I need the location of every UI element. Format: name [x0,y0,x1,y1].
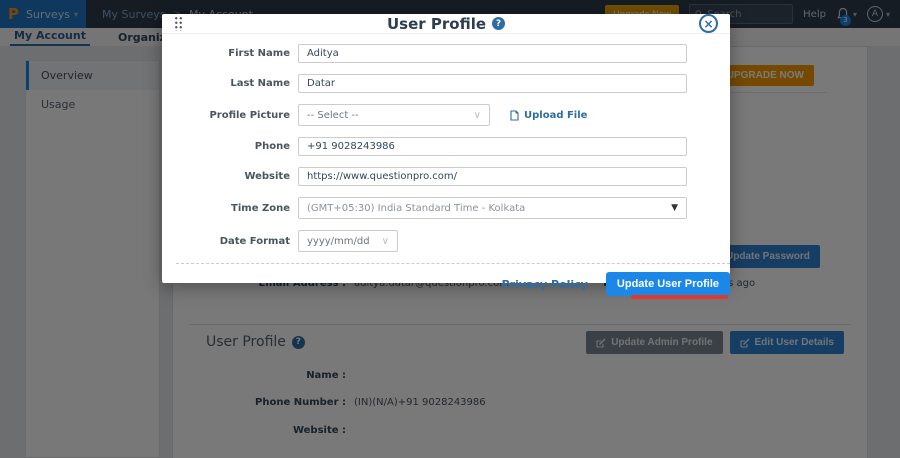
chevron-down-icon: ∨ [474,110,481,121]
file-icon [510,110,519,121]
phone-input[interactable] [298,137,687,156]
first-name-input[interactable] [298,44,687,63]
modal-header: User Profile ? × [162,14,730,34]
profile-picture-label: Profile Picture [162,110,290,121]
modal-body: First Name Last Name Profile Picture -- … [162,34,730,263]
update-user-profile-button[interactable]: Update User Profile [606,272,730,296]
date-format-select-value: yyyy/mm/dd [307,236,370,247]
modal-title-text: User Profile [387,15,486,33]
upload-file-link[interactable]: Upload File [510,110,587,121]
date-format-label: Date Format [162,236,290,247]
caret-down-icon: ▼ [671,203,678,213]
website-input[interactable] [298,167,687,186]
time-zone-select-value: (GMT+05:30) India Standard Time - Kolkat… [307,203,525,214]
date-format-row: Date Format yyyy/mm/dd ∨ [162,230,716,252]
time-zone-select[interactable]: (GMT+05:30) India Standard Time - Kolkat… [298,197,687,219]
close-icon[interactable]: × [699,14,718,33]
date-format-select[interactable]: yyyy/mm/dd ∨ [298,230,398,252]
last-name-label: Last Name [162,78,290,89]
first-name-label: First Name [162,48,290,59]
profile-picture-select-value: -- Select -- [307,110,359,121]
last-name-input[interactable] [298,74,687,93]
last-name-row: Last Name [162,74,716,93]
help-icon[interactable]: ? [492,17,505,30]
first-name-row: First Name [162,44,716,63]
user-profile-modal: User Profile ? × First Name Last Name Pr… [162,14,730,283]
modal-footer: Privacy Policy Update User Profile [176,263,730,296]
phone-label-modal: Phone [162,141,290,152]
privacy-policy-link[interactable]: Privacy Policy [502,278,588,291]
profile-picture-row: Profile Picture -- Select -- ∨ Upload Fi… [162,104,716,126]
red-annotation-underline [631,295,728,299]
drag-handle-icon[interactable] [174,16,183,31]
time-zone-row: Time Zone (GMT+05:30) India Standard Tim… [162,197,716,219]
website-label-modal: Website [162,171,290,182]
modal-title: User Profile ? [162,15,730,33]
website-row-modal: Website [162,167,716,186]
time-zone-label: Time Zone [162,203,290,214]
profile-picture-select[interactable]: -- Select -- ∨ [298,104,490,126]
upload-file-label: Upload File [524,110,587,121]
phone-row-modal: Phone [162,137,716,156]
chevron-down-icon: ∨ [382,236,389,247]
